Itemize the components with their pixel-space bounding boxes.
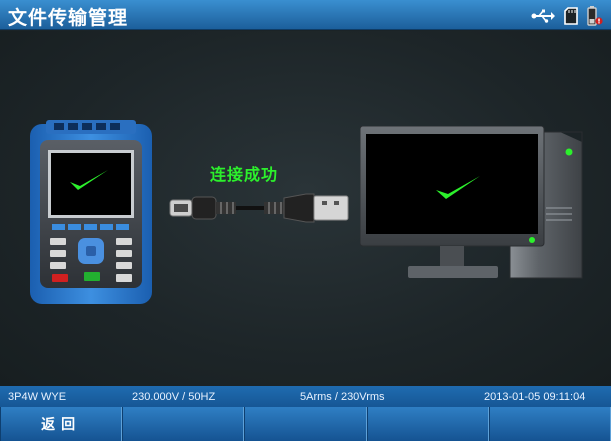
softkey-3[interactable] bbox=[244, 407, 367, 441]
handheld-meter-image bbox=[30, 120, 152, 304]
datetime-label: 2013-01-05 09:11:04 bbox=[484, 391, 586, 403]
sd-card-icon bbox=[564, 7, 578, 25]
title-bar: 文件传输管理 bbox=[0, 0, 611, 30]
softkey-4[interactable] bbox=[366, 407, 489, 441]
usb-cable-image bbox=[169, 193, 349, 223]
measurement-info-bar: 3P4W WYE 230.000V / 50HZ 5Arms / 230Vrms… bbox=[0, 386, 611, 407]
softkey-bar: 返回 bbox=[0, 407, 611, 441]
status-icons bbox=[531, 6, 603, 26]
connection-status-label: 连接成功 bbox=[210, 165, 279, 184]
wiring-mode-label: 3P4W WYE bbox=[8, 391, 67, 403]
page-title: 文件传输管理 bbox=[8, 7, 129, 29]
usb-icon bbox=[531, 9, 555, 23]
voltage-label: 230.000V / 50HZ bbox=[132, 391, 216, 403]
battery-warning-icon bbox=[587, 6, 603, 26]
current-label: 5Arms / 230Vrms bbox=[300, 391, 385, 403]
softkey-2[interactable] bbox=[122, 407, 245, 441]
back-button[interactable]: 返回 bbox=[0, 407, 123, 441]
softkey-5[interactable] bbox=[488, 407, 611, 441]
desktop-computer-image bbox=[360, 126, 583, 279]
